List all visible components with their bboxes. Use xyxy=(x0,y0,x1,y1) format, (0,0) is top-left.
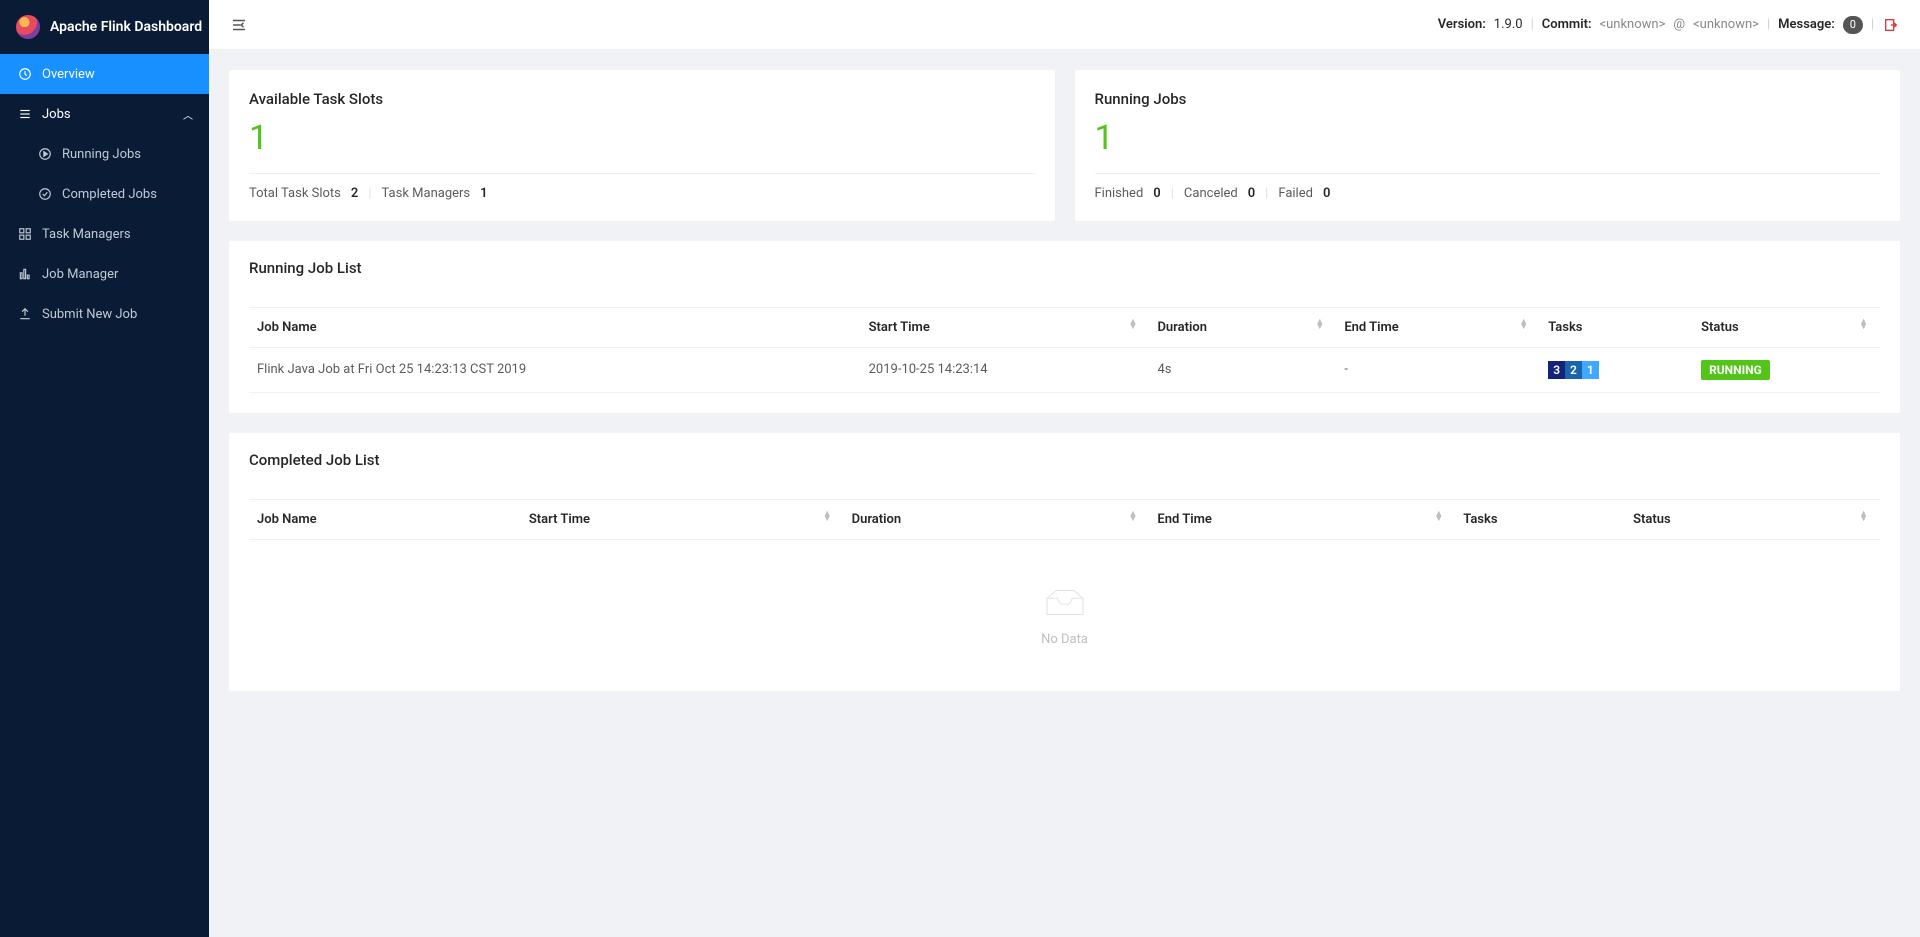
sort-icon[interactable]: ▲▼ xyxy=(1315,320,1324,330)
message-label: Message: xyxy=(1778,17,1835,32)
task-badge: 3 xyxy=(1548,361,1565,379)
section-title: Running Job List xyxy=(229,241,1900,307)
total-slots-label: Total Task Slots xyxy=(249,186,341,201)
completed-jobs-table: Job Name Start Time▲▼ Duration▲▼ End Tim… xyxy=(249,499,1880,540)
col-status[interactable]: Status▲▼ xyxy=(1693,307,1880,347)
sidebar-item-label: Running Jobs xyxy=(62,147,141,162)
sort-icon[interactable]: ▲▼ xyxy=(1519,320,1528,330)
main-region: Version: 1.9.0 | Commit: <unknown> @ <un… xyxy=(209,0,1920,937)
sidebar-collapse-button[interactable] xyxy=(229,15,249,35)
completed-job-list-section: Completed Job List Job Name Start Time▲▼… xyxy=(229,433,1900,691)
play-circle-icon xyxy=(38,147,52,161)
content-area: Available Task Slots 1 Total Task Slots … xyxy=(209,50,1920,937)
col-status[interactable]: Status▲▼ xyxy=(1625,499,1880,539)
list-icon xyxy=(18,107,32,121)
col-end-time[interactable]: End Time▲▼ xyxy=(1149,499,1455,539)
col-start-time[interactable]: Start Time▲▼ xyxy=(861,307,1150,347)
chevron-up-icon: ︿ xyxy=(183,107,193,122)
sort-icon[interactable]: ▲▼ xyxy=(1129,320,1138,330)
card-title: Running Jobs xyxy=(1095,90,1881,108)
check-circle-icon xyxy=(38,187,52,201)
available-slots-value: 1 xyxy=(249,118,1035,174)
empty-text: No Data xyxy=(229,632,1900,647)
canceled-value: 0 xyxy=(1248,186,1255,201)
upload-icon xyxy=(18,307,32,321)
commit-hash: <unknown> xyxy=(1600,17,1666,32)
card-available-slots: Available Task Slots 1 Total Task Slots … xyxy=(229,70,1055,221)
status-badge: RUNNING xyxy=(1701,360,1770,380)
sidebar-item-job-manager[interactable]: Job Manager xyxy=(0,254,209,294)
table-row[interactable]: Flink Java Job at Fri Oct 25 14:23:13 CS… xyxy=(249,347,1880,392)
bars-icon xyxy=(18,267,32,281)
finished-value: 0 xyxy=(1153,186,1160,201)
card-running-jobs: Running Jobs 1 Finished 0 | Canceled 0 |… xyxy=(1075,70,1901,221)
sort-icon[interactable]: ▲▼ xyxy=(1434,512,1443,522)
sidebar-item-overview[interactable]: Overview xyxy=(0,54,209,94)
nav-menu: Overview Jobs ︿ Running Jobs Completed J… xyxy=(0,54,209,334)
dashboard-icon xyxy=(18,67,32,81)
cell-duration: 4s xyxy=(1149,347,1336,392)
topbar: Version: 1.9.0 | Commit: <unknown> @ <un… xyxy=(209,0,1920,50)
cell-status: RUNNING xyxy=(1693,347,1880,392)
sidebar-item-label: Submit New Job xyxy=(42,307,137,322)
sort-icon[interactable]: ▲▼ xyxy=(1129,512,1138,522)
grid-icon xyxy=(18,227,32,241)
version-label: Version: xyxy=(1438,17,1486,32)
sidebar-item-label: Jobs xyxy=(42,107,71,122)
empty-state: No Data xyxy=(229,556,1900,687)
card-title: Available Task Slots xyxy=(249,90,1035,108)
sidebar-item-task-managers[interactable]: Task Managers xyxy=(0,214,209,254)
cell-tasks: 3 2 1 xyxy=(1540,347,1693,392)
col-tasks[interactable]: Tasks xyxy=(1455,499,1625,539)
cell-job-name: Flink Java Job at Fri Oct 25 14:23:13 CS… xyxy=(249,347,861,392)
logout-button[interactable] xyxy=(1882,16,1900,34)
task-badge: 1 xyxy=(1582,361,1599,379)
cell-start-time: 2019-10-25 14:23:14 xyxy=(861,347,1150,392)
col-end-time[interactable]: End Time▲▼ xyxy=(1336,307,1540,347)
running-job-list-section: Running Job List Job Name Start Time▲▼ D… xyxy=(229,241,1900,413)
sidebar: Apache Flink Dashboard Overview Jobs ︿ R… xyxy=(0,0,209,937)
sidebar-item-submit[interactable]: Submit New Job xyxy=(0,294,209,334)
sidebar-item-label: Overview xyxy=(42,67,95,82)
task-managers-value: 1 xyxy=(480,186,487,201)
flink-logo-icon xyxy=(16,15,40,39)
col-duration[interactable]: Duration▲▼ xyxy=(844,499,1150,539)
sidebar-item-running-jobs[interactable]: Running Jobs xyxy=(0,134,209,174)
brand: Apache Flink Dashboard xyxy=(0,0,209,54)
version-value: 1.9.0 xyxy=(1494,17,1523,32)
sidebar-item-label: Job Manager xyxy=(42,267,118,282)
failed-label: Failed xyxy=(1278,186,1313,201)
task-managers-label: Task Managers xyxy=(382,186,471,201)
sort-icon[interactable]: ▲▼ xyxy=(1859,512,1868,522)
commit-time: <unknown> xyxy=(1693,17,1759,32)
col-tasks[interactable]: Tasks xyxy=(1540,307,1693,347)
sort-icon[interactable]: ▲▼ xyxy=(823,512,832,522)
message-count-badge[interactable]: 0 xyxy=(1843,16,1863,34)
sort-icon[interactable]: ▲▼ xyxy=(1859,320,1868,330)
total-slots-value: 2 xyxy=(351,186,358,201)
running-jobs-table: Job Name Start Time▲▼ Duration▲▼ End Tim… xyxy=(249,307,1880,393)
sidebar-item-completed-jobs[interactable]: Completed Jobs xyxy=(0,174,209,214)
sidebar-item-jobs[interactable]: Jobs ︿ xyxy=(0,94,209,134)
col-job-name[interactable]: Job Name xyxy=(249,307,861,347)
canceled-label: Canceled xyxy=(1184,186,1238,201)
topbar-info: Version: 1.9.0 | Commit: <unknown> @ <un… xyxy=(1438,16,1900,34)
col-start-time[interactable]: Start Time▲▼ xyxy=(521,499,844,539)
sidebar-item-label: Completed Jobs xyxy=(62,187,157,202)
failed-value: 0 xyxy=(1323,186,1330,201)
cell-end-time: - xyxy=(1336,347,1540,392)
task-badge: 2 xyxy=(1565,361,1582,379)
empty-box-icon xyxy=(1041,586,1089,620)
running-jobs-value: 1 xyxy=(1095,118,1881,174)
finished-label: Finished xyxy=(1095,186,1144,201)
brand-title: Apache Flink Dashboard xyxy=(50,19,202,35)
col-job-name[interactable]: Job Name xyxy=(249,499,521,539)
sidebar-item-label: Task Managers xyxy=(42,227,131,242)
col-duration[interactable]: Duration▲▼ xyxy=(1149,307,1336,347)
section-title: Completed Job List xyxy=(229,433,1900,499)
commit-label: Commit: xyxy=(1542,17,1592,32)
